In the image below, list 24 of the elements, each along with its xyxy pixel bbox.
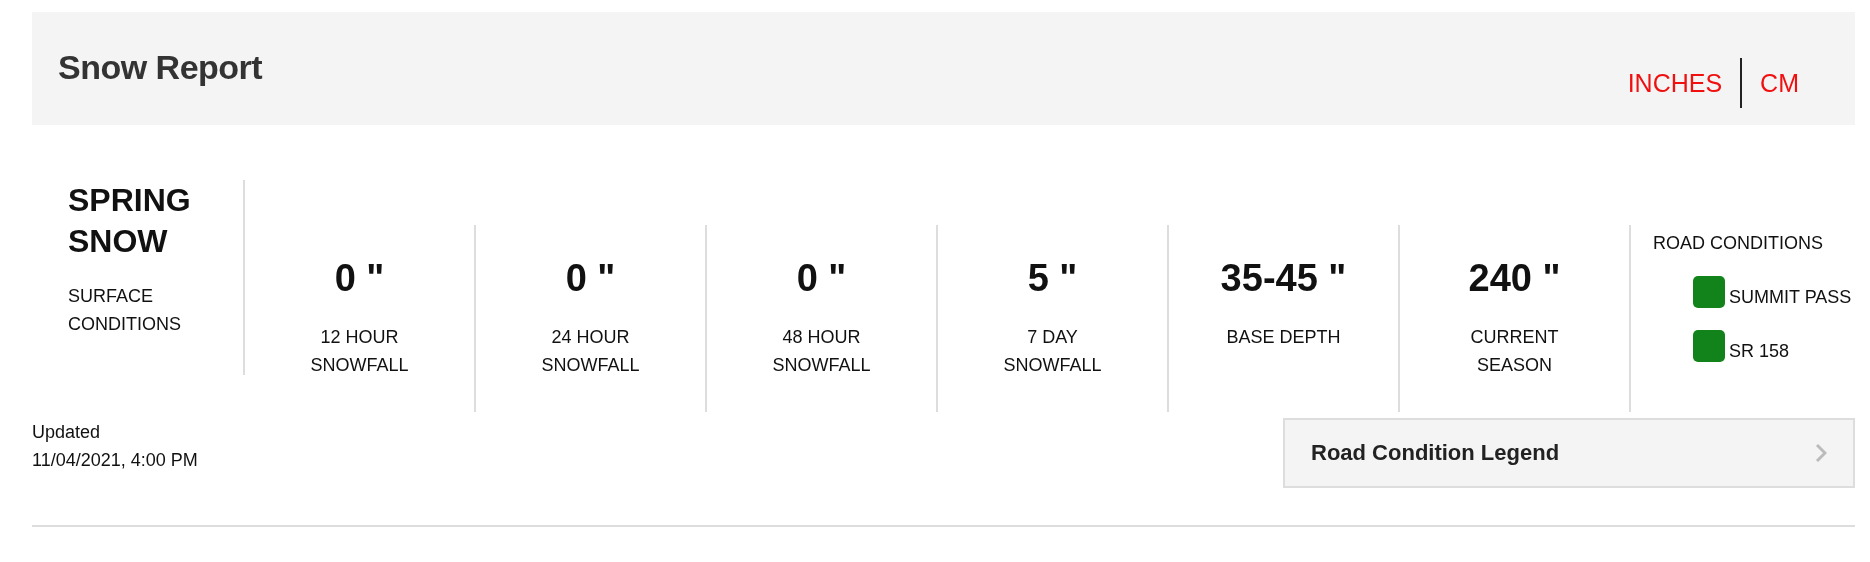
stat-value: 0 ": [334, 256, 385, 301]
stat-value: 0 ": [565, 256, 616, 301]
surface-value: SPRING SNOW: [68, 181, 192, 261]
stat-value: 0 ": [796, 256, 847, 301]
stat-label: 48 HOUR SNOWFALL: [771, 326, 872, 377]
road-conditions-title: ROAD CONDITIONS: [1653, 233, 1824, 254]
road-name: SUMMIT PASS: [1729, 287, 1852, 308]
stat-value: 35-45 ": [1220, 256, 1347, 301]
stat-label: BASE DEPTH: [1225, 326, 1342, 349]
stat-label: 12 HOUR SNOWFALL: [309, 326, 410, 377]
stat-label: 7 DAY SNOWFALL: [1002, 326, 1103, 377]
page-title: Snow Report: [58, 48, 263, 87]
chevron-icon: [1815, 443, 1827, 463]
updated-time: 11/04/2021, 4:00 PM: [32, 449, 198, 472]
stat-value: 240 ": [1468, 256, 1561, 301]
legend-button[interactable]: Road Condition Legend: [1283, 418, 1855, 488]
road-name: SR 158: [1729, 341, 1790, 362]
surface-label: SURFACE CONDITIONS: [68, 285, 182, 336]
stat-label: CURRENT SEASON: [1469, 326, 1560, 377]
stat-label: 24 HOUR SNOWFALL: [540, 326, 641, 377]
updated-label: Updated: [32, 421, 102, 444]
unit-link[interactable]: CM: [1742, 68, 1817, 98]
unit-link[interactable]: INCHES: [1609, 68, 1741, 98]
stat-value: 5 ": [1027, 256, 1078, 301]
